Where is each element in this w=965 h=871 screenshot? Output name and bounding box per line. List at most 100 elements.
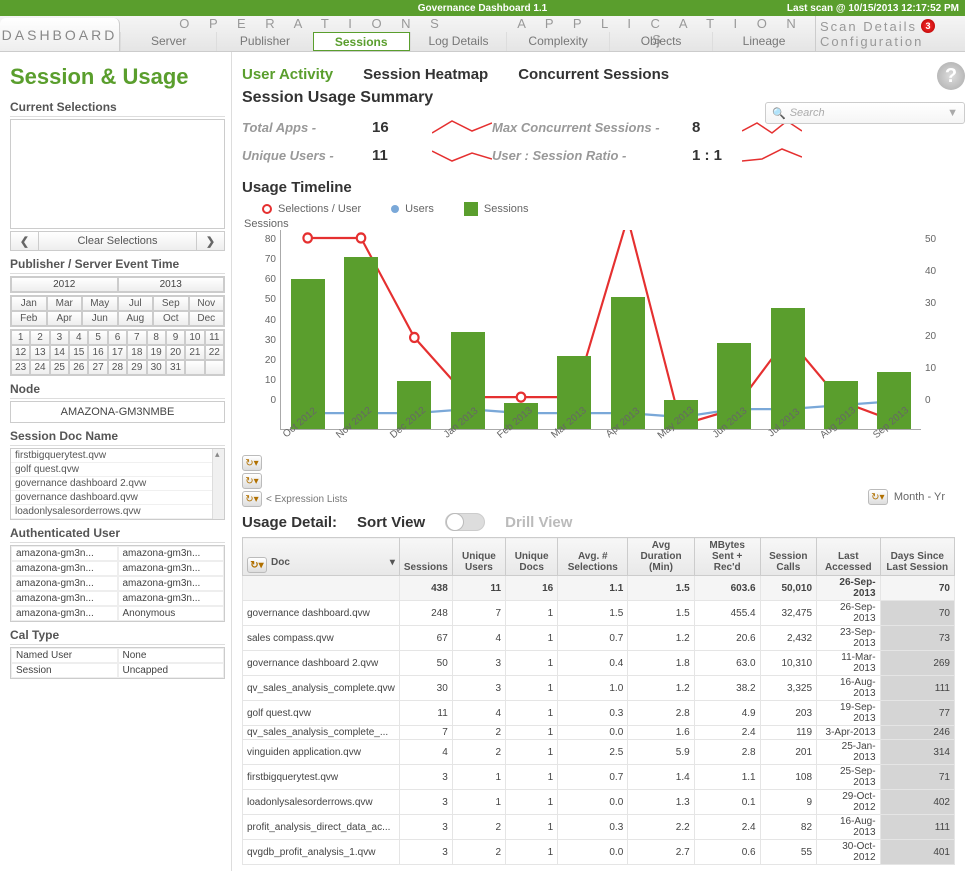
tab-session-heatmap[interactable]: Session Heatmap xyxy=(363,66,488,83)
listbox-scrollbar[interactable] xyxy=(212,449,224,519)
scan-details-label[interactable]: Scan Details xyxy=(820,19,917,34)
column-header[interactable]: Unique Users xyxy=(452,538,505,576)
chart-legend: Selections / User Users Sessions xyxy=(262,202,955,216)
node-header: Node xyxy=(10,382,225,399)
product-name: Governance Dashboard 1.1 xyxy=(418,3,548,14)
tab-dashboard[interactable]: DASHBOARD xyxy=(0,18,120,51)
search-input[interactable]: 🔍 Search ▼ xyxy=(765,102,965,124)
event-time-header: Publisher / Server Event Time xyxy=(10,257,225,274)
cycle-icon[interactable]: ↻▾ xyxy=(242,455,262,471)
table-row[interactable]: firstbigquerytest.qvw3110.71.41.110825-S… xyxy=(243,765,955,790)
list-item[interactable]: governance dashboard 2.qvw xyxy=(11,477,224,491)
legend-marker-sessions xyxy=(464,202,478,216)
x-axis-labels: Oct 2012Nov 2012Dec 2012Jan 2013Feb 2013… xyxy=(276,430,921,447)
legend-marker-users xyxy=(391,205,399,213)
tab-operations-title[interactable]: O P E R A T I O N S xyxy=(120,16,506,32)
table-row[interactable]: vinguiden application.qvw4212.55.92.8201… xyxy=(243,740,955,765)
configuration-link[interactable]: Configuration xyxy=(820,34,923,49)
table-row[interactable]: 43811161.11.5603.650,01026-Sep-201370 xyxy=(243,576,955,601)
list-item[interactable]: loadonlysalesorderrows.qvw xyxy=(11,505,224,519)
column-header[interactable]: Unique Docs xyxy=(506,538,558,576)
table-row[interactable]: qvgdb_profit_analysis_1.qvw3210.02.70.65… xyxy=(243,840,955,865)
selection-back-button[interactable]: ❮ xyxy=(11,232,39,250)
sparkline-total-apps xyxy=(432,117,492,137)
cycle-icon[interactable]: ↻▾ xyxy=(242,473,262,489)
tab-applications-group: A P P L I C A T I O N S ComplexityObject… xyxy=(506,16,815,51)
current-selections-box[interactable] xyxy=(10,119,225,229)
column-header[interactable]: Avg Duration (Min) xyxy=(628,538,694,576)
scan-details-panel: Scan Details 3 Configuration xyxy=(815,16,965,51)
column-header[interactable]: MBytes Sent + Rec'd xyxy=(694,538,760,576)
ratio-value: 1 : 1 xyxy=(692,147,742,164)
page-title: Session & Usage xyxy=(10,64,225,90)
legend-marker-selections xyxy=(262,204,272,214)
usage-timeline-chart[interactable]: 80706050403020100 50403020100 xyxy=(246,230,955,430)
detail-header: Usage Detail: Sort View Drill View xyxy=(242,513,955,531)
column-header[interactable]: Sessions xyxy=(399,538,452,576)
sparkline-ratio xyxy=(742,145,802,165)
session-doc-listbox[interactable]: firstbigquerytest.qvwgolf quest.qvwgover… xyxy=(10,448,225,520)
tab-user-activity[interactable]: User Activity xyxy=(242,66,333,83)
auth-user-listbox[interactable]: amazona-gm3n...amazona-gm3n...amazona-gm… xyxy=(10,545,225,622)
subtab-publisher[interactable]: Publisher xyxy=(216,32,312,51)
current-selections-header: Current Selections xyxy=(10,100,225,117)
table-row[interactable]: qv_sales_analysis_complete_...7210.01.62… xyxy=(243,726,955,740)
subtab-log-details[interactable]: Log Details xyxy=(410,32,506,51)
tab-applications-title[interactable]: A P P L I C A T I O N S xyxy=(506,16,815,32)
cal-type-listbox[interactable]: Named UserNoneSessionUncapped xyxy=(10,647,225,679)
column-header[interactable]: ↻▾Doc ▾ xyxy=(243,538,400,576)
sort-view-label[interactable]: Sort View xyxy=(357,514,425,531)
help-icon[interactable]: ? xyxy=(937,62,965,90)
day-picker[interactable]: 1234567891011121314151617181920212223242… xyxy=(10,329,225,376)
clear-selections-button[interactable]: Clear Selections xyxy=(39,232,196,250)
column-header[interactable]: Last Accessed xyxy=(817,538,881,576)
column-header[interactable]: Days Since Last Session xyxy=(880,538,954,576)
left-panel: Session & Usage Current Selections ❮ Cle… xyxy=(0,52,232,871)
cycle-icon[interactable]: ↻▾ xyxy=(242,491,262,507)
y-axis-title: Sessions xyxy=(244,218,955,230)
subtab-lineage[interactable]: Lineage xyxy=(712,32,815,51)
subtab-server[interactable]: Server xyxy=(120,32,216,51)
list-item[interactable]: firstbigquerytest.qvw xyxy=(11,449,224,463)
table-row[interactable]: governance dashboard.qvw248711.51.5455.4… xyxy=(243,601,955,626)
last-scan-text: Last scan @ 10/15/2013 12:17:52 PM xyxy=(787,3,959,14)
table-row[interactable]: sales compass.qvw67410.71.220.62,43223-S… xyxy=(243,626,955,651)
tab-concurrent-sessions[interactable]: Concurrent Sessions xyxy=(518,66,669,83)
table-row[interactable]: profit_analysis_direct_data_ac...3210.32… xyxy=(243,815,955,840)
month-picker[interactable]: JanMarMayJulSepNovFebAprJunAugOctDec xyxy=(10,295,225,327)
alert-badge[interactable]: 3 xyxy=(921,19,935,33)
column-header[interactable]: Session Calls xyxy=(760,538,816,576)
unique-users-label: Unique Users - xyxy=(242,148,372,163)
right-panel: ? User Activity Session Heatmap Concurre… xyxy=(232,52,965,871)
usage-detail-title: Usage Detail: xyxy=(242,514,337,531)
view-tabs: User Activity Session Heatmap Concurrent… xyxy=(242,66,955,83)
usage-detail-table[interactable]: ↻▾Doc ▾SessionsUnique UsersUnique DocsAv… xyxy=(242,537,955,865)
search-icon: 🔍 xyxy=(772,107,786,120)
subtab-sessions[interactable]: Sessions xyxy=(313,32,410,51)
cycle-icon[interactable]: ↻▾ xyxy=(868,489,888,505)
summary-grid: Total Apps - 16 Max Concurrent Sessions … xyxy=(242,117,955,165)
table-row[interactable]: qv_sales_analysis_complete.qvw30311.01.2… xyxy=(243,676,955,701)
selection-forward-button[interactable]: ❯ xyxy=(196,232,224,250)
chevron-down-icon[interactable]: ▼ xyxy=(947,107,958,119)
drill-view-label[interactable]: Drill View xyxy=(505,514,572,531)
expression-lists-cycle[interactable]: ↻▾ ↻▾ ↻▾< Expression Lists xyxy=(242,455,347,507)
ratio-label: User : Session Ratio - xyxy=(492,148,692,163)
view-toggle[interactable] xyxy=(445,513,485,531)
table-row[interactable]: golf quest.qvw11410.32.84.920319-Sep-201… xyxy=(243,701,955,726)
subtab-objects[interactable]: Objects xyxy=(609,32,712,51)
top-tab-strip: DASHBOARD O P E R A T I O N S ServerPubl… xyxy=(0,16,965,52)
tab-operations-group: O P E R A T I O N S ServerPublisherSessi… xyxy=(120,16,506,51)
cycle-icon[interactable]: ↻▾ xyxy=(247,557,267,573)
search-placeholder: Search xyxy=(790,107,825,119)
subtab-complexity[interactable]: Complexity xyxy=(506,32,609,51)
table-row[interactable]: loadonlysalesorderrows.qvw3110.01.30.192… xyxy=(243,790,955,815)
year-picker[interactable]: 20122013 xyxy=(10,276,225,293)
list-item[interactable]: golf quest.qvw xyxy=(11,463,224,477)
table-row[interactable]: governance dashboard 2.qvw50310.41.863.0… xyxy=(243,651,955,676)
node-value[interactable]: AMAZONA-GM3NMBE xyxy=(10,401,225,423)
column-header[interactable]: Avg. # Selections xyxy=(558,538,628,576)
list-item[interactable]: governance dashboard.qvw xyxy=(11,491,224,505)
dimension-cycle[interactable]: ↻▾ Month - Yr xyxy=(868,489,945,505)
sparkline-unique-users xyxy=(432,145,492,165)
